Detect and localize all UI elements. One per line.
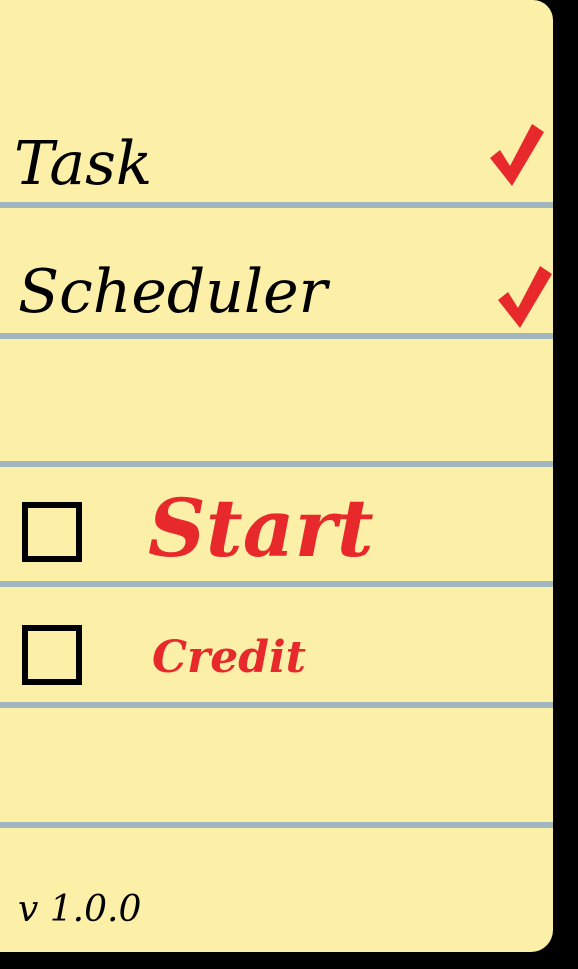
rule-line	[0, 702, 553, 708]
checkmark-icon	[490, 124, 544, 186]
checkmark-icon	[498, 266, 552, 328]
title-line-scheduler: Scheduler	[18, 257, 328, 327]
rule-line	[0, 202, 553, 208]
rule-line	[0, 581, 553, 587]
credit-checkbox[interactable]	[22, 625, 82, 685]
start-button[interactable]: Start	[148, 488, 374, 568]
rule-line	[0, 333, 553, 339]
rule-line	[0, 461, 553, 467]
rule-line	[0, 822, 553, 828]
start-checkbox[interactable]	[22, 502, 82, 562]
notepad-panel: Task Scheduler Start Credit v 1.0.0	[0, 0, 553, 952]
version-label: v 1.0.0	[18, 889, 142, 930]
title-line-task: Task	[14, 129, 153, 199]
credit-button[interactable]: Credit	[152, 636, 306, 680]
